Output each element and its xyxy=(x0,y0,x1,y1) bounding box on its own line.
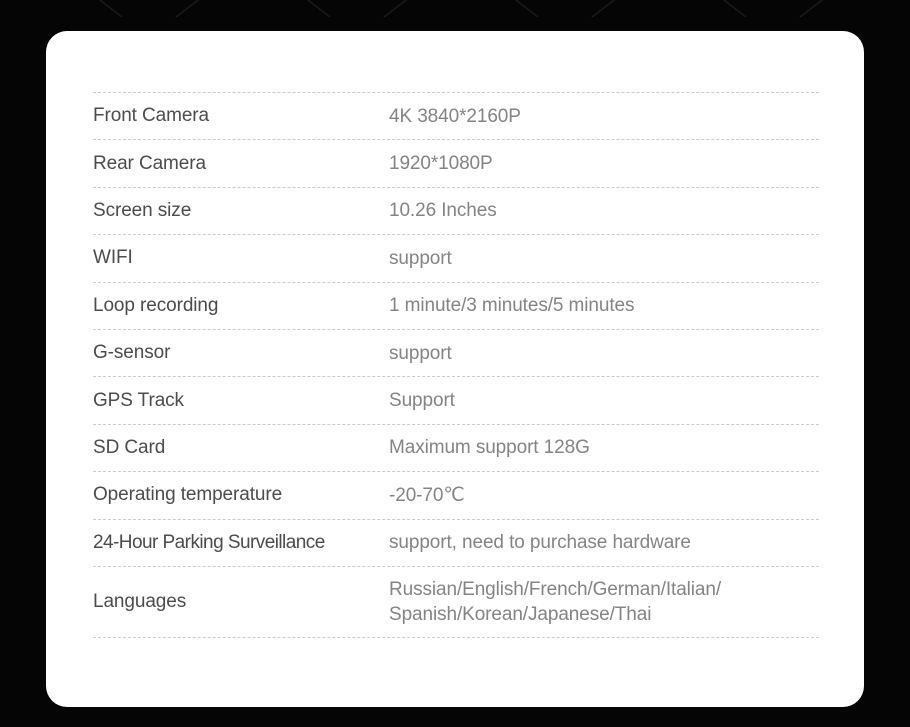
spec-label-languages: Languages xyxy=(93,591,187,613)
page-root: Front Camera 4K 3840*2160P Rear Camera 1… xyxy=(0,0,910,727)
spec-value-screen-size: 10.26 Inches xyxy=(389,200,497,222)
spec-value-operating-temperature: -20-70℃ xyxy=(389,484,465,506)
chevron-pattern-icon xyxy=(98,0,824,18)
spec-label-rear-camera: Rear Camera xyxy=(93,152,206,174)
spec-label-g-sensor: G-sensor xyxy=(93,342,171,364)
table-row: Front Camera 4K 3840*2160P xyxy=(93,92,819,139)
spec-value-g-sensor: support xyxy=(389,342,452,364)
table-row: GPS Track Support xyxy=(93,376,819,423)
spec-label-operating-temperature: Operating temperature xyxy=(93,484,283,506)
specification-card: Front Camera 4K 3840*2160P Rear Camera 1… xyxy=(46,31,864,707)
spec-value-rear-camera: 1920*1080P xyxy=(389,153,493,175)
spec-value-languages: Russian/English/French/German/Italian/ S… xyxy=(389,578,722,625)
spec-value-wifi: support xyxy=(389,247,452,269)
spec-label-sd-card: SD Card xyxy=(93,437,166,459)
spec-value-sd-card: Maximum support 128G xyxy=(389,437,590,459)
table-row: Screen size 10.26 Inches xyxy=(93,186,819,234)
spec-value-parking-surveillance: support, need to purchase hardware xyxy=(389,532,691,554)
table-row: Rear Camera 1920*1080P xyxy=(93,139,819,186)
spec-label-loop-recording: Loop recording xyxy=(93,294,219,316)
table-row: SD Card Maximum support 128G xyxy=(93,423,819,471)
spec-value-gps-track: Support xyxy=(389,390,455,411)
spec-value-loop-recording: 1 minute/3 minutes/5 minutes xyxy=(389,295,635,317)
table-row: G-sensor support xyxy=(93,328,819,376)
spec-label-screen-size: Screen size xyxy=(93,200,192,222)
table-row: Operating temperature -20-70℃ xyxy=(93,471,819,518)
specification-table: Front Camera 4K 3840*2160P Rear Camera 1… xyxy=(93,92,819,638)
top-chevron-decoration xyxy=(0,0,910,22)
spec-label-wifi: WIFI xyxy=(93,247,133,269)
spec-label-gps-track: GPS Track xyxy=(93,389,184,411)
table-row: 24-Hour Parking Surveillance support, ne… xyxy=(93,518,819,566)
spec-value-front-camera: 4K 3840*2160P xyxy=(389,105,521,127)
table-row: WIFI support xyxy=(93,234,819,281)
table-row: Loop recording 1 minute/3 minutes/5 minu… xyxy=(93,281,819,329)
table-row: Languages Russian/English/French/German/… xyxy=(93,565,819,638)
spec-label-front-camera: Front Camera xyxy=(93,105,210,127)
spec-label-parking-surveillance: 24-Hour Parking Surveillance xyxy=(93,531,325,553)
